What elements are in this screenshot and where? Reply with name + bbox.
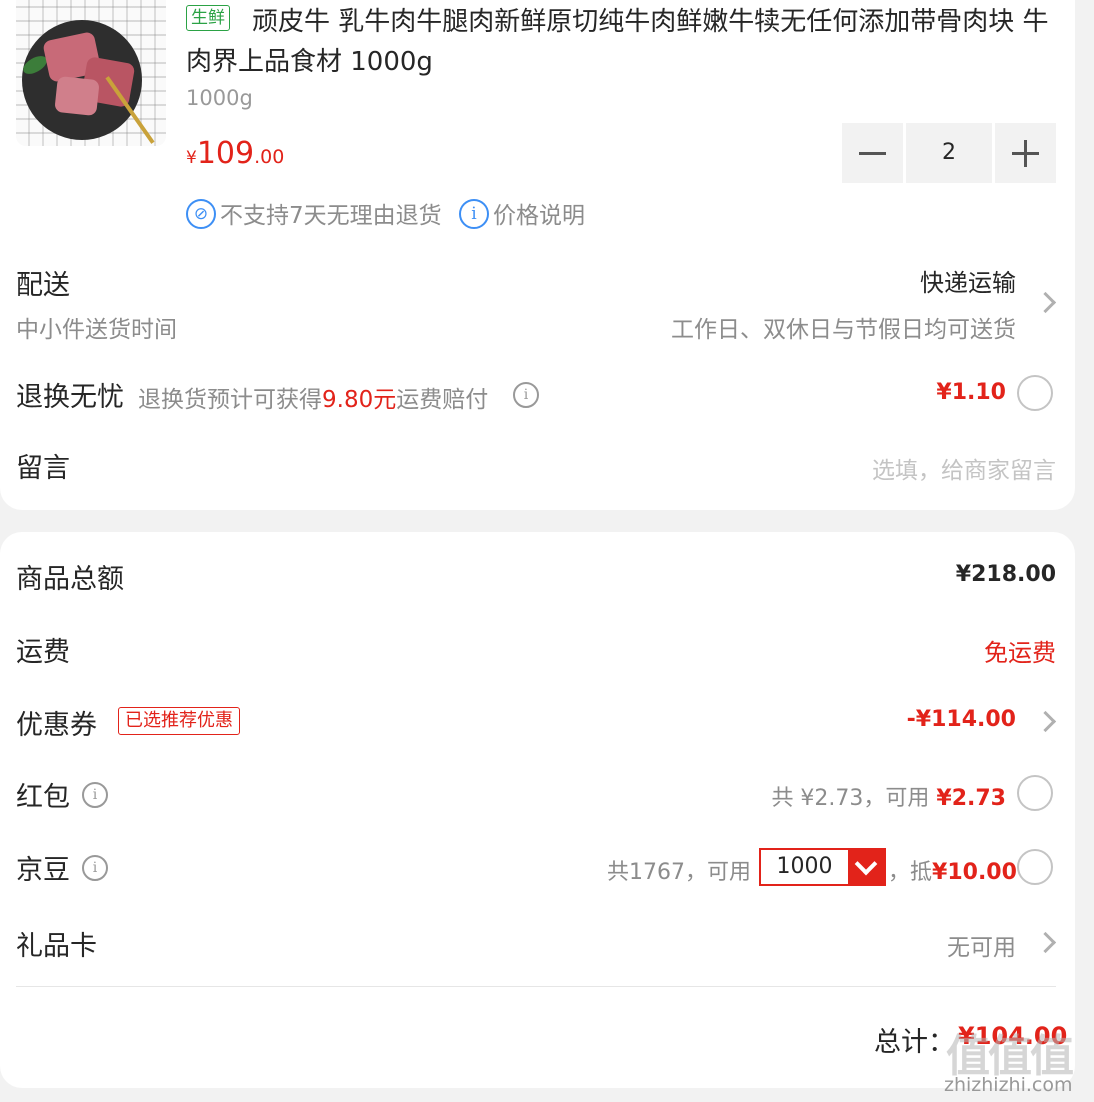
goods-total-value: ¥218.00 [955, 562, 1056, 587]
watermark-url: zhizhizhi.com [944, 1074, 1073, 1096]
redpacket-label: 红包 [16, 782, 70, 813]
giftcard-value[interactable]: 无可用 [947, 928, 1016, 962]
delivery-method[interactable]: 快递运输 [920, 263, 1016, 298]
delivery-time-label: 中小件送货时间 [16, 317, 177, 343]
return-price: ¥1.10 [936, 380, 1006, 405]
quantity-stepper: 2 [842, 123, 1056, 183]
jingdou-selected-value: 1000 [776, 854, 833, 879]
product-title[interactable]: 顽皮牛 乳牛肉牛腿肉新鲜原切纯牛肉鲜嫩牛犊无任何添加带骨肉块 牛肉界上品食材 1… [186, 2, 1056, 82]
giftcard-label: 礼品卡 [16, 931, 97, 962]
shipping-value: 免运费 [984, 639, 1056, 667]
info-icon[interactable]: i [82, 782, 108, 808]
message-input[interactable]: 选填，给商家留言 [872, 451, 1056, 485]
decrease-button[interactable] [842, 123, 903, 183]
quantity-value[interactable]: 2 [905, 123, 993, 183]
jingdou-label: 京豆 [16, 855, 70, 886]
return-desc: 退换货预计可获得9.80元运费赔付 [138, 387, 489, 413]
coupon-badge: 已选推荐优惠 [118, 707, 240, 735]
product-price: ¥109.00 [186, 136, 285, 171]
price-info-link[interactable]: 价格说明 [493, 196, 585, 230]
divider [16, 986, 1056, 987]
delivery-label: 配送 [16, 270, 70, 301]
redpacket-value: 共 ¥2.73，可用 ¥2.73 [771, 786, 1006, 811]
redpacket-radio[interactable] [1017, 775, 1053, 811]
no-return-text: 不支持7天无理由退货 [220, 203, 442, 229]
delivery-time-value[interactable]: 工作日、双休日与节假日均可送货 [671, 310, 1016, 344]
chevron-down-icon[interactable] [848, 850, 884, 884]
increase-button[interactable] [995, 123, 1056, 183]
info-icon[interactable]: i [82, 855, 108, 881]
minus-icon [859, 152, 886, 155]
info-icon[interactable]: i [459, 199, 489, 229]
return-label: 退换无忧 [16, 382, 124, 413]
coupon-label: 优惠券 [16, 710, 97, 741]
no-return-icon: ⊘ [186, 199, 216, 229]
jingdou-total: 共1767，可用 [607, 860, 751, 885]
plus-icon [1024, 140, 1028, 167]
product-spec: 1000g [186, 86, 253, 110]
goods-total-label: 商品总额 [16, 564, 124, 595]
product-image[interactable] [16, 0, 166, 146]
jingdou-deduct: ，抵¥10.00 [888, 860, 1017, 885]
jingdou-select[interactable]: 1000 [759, 848, 886, 886]
message-label: 留言 [16, 453, 70, 484]
shipping-label: 运费 [16, 637, 70, 668]
info-icon[interactable]: i [513, 382, 539, 408]
total-label: 总计： [874, 1027, 955, 1058]
coupon-value[interactable]: -¥114.00 [907, 707, 1016, 732]
jingdou-radio[interactable] [1017, 849, 1053, 885]
return-radio[interactable] [1017, 375, 1053, 411]
